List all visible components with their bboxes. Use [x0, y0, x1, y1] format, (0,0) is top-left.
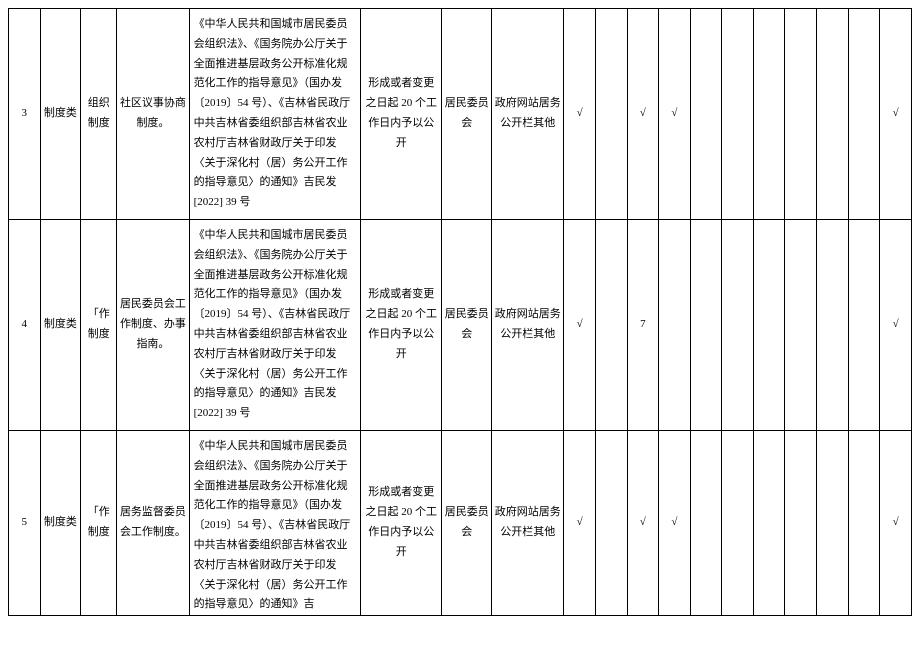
cell-mark: √ — [659, 9, 691, 220]
cell-subject: 居民委员会 — [442, 9, 492, 220]
cell-basis: 《中华人民共和国城市居民委员会组织法》、《国务院办公厅关于全面推进基层政务公开标… — [189, 9, 361, 220]
cell-mark — [722, 219, 754, 430]
cell-mark — [785, 9, 817, 220]
cell-mark — [848, 9, 880, 220]
cell-mark — [785, 219, 817, 430]
cell-mark — [690, 430, 722, 615]
cell-mark — [817, 9, 849, 220]
cell-mark — [595, 9, 627, 220]
cell-basis: 《中华人民共和国城市居民委员会组织法》、《国务院办公厅关于全面推进基层政务公开标… — [189, 219, 361, 430]
cell-mark — [817, 430, 849, 615]
cell-basis: 《中华人民共和国城市居民委员会组织法》、《国务院办公厅关于全面推进基层政务公开标… — [189, 430, 361, 615]
cell-index: 4 — [9, 219, 41, 430]
cell-time: 形成或者变更之日起 20 个工作日内予以公开 — [361, 219, 442, 430]
cell-category1: 制度类 — [40, 9, 81, 220]
cell-mark: √ — [564, 9, 596, 220]
cell-mark — [785, 430, 817, 615]
cell-mark — [595, 219, 627, 430]
cell-mark: √ — [627, 430, 659, 615]
cell-category2: 组织制度 — [81, 9, 117, 220]
cell-content: 社区议事协商制度。 — [117, 9, 189, 220]
cell-content: 居民委员会工作制度、办事指南。 — [117, 219, 189, 430]
cell-subject: 居民委员会 — [442, 430, 492, 615]
cell-mark — [817, 219, 849, 430]
cell-time: 形成或者变更之日起 20 个工作日内予以公开 — [361, 430, 442, 615]
cell-mark: 7 — [627, 219, 659, 430]
cell-category1: 制度类 — [40, 219, 81, 430]
cell-mark — [722, 9, 754, 220]
disclosure-table: 3 制度类 组织制度 社区议事协商制度。 《中华人民共和国城市居民委员会组织法》… — [8, 8, 912, 616]
cell-mark: √ — [880, 9, 912, 220]
cell-category2: 「作制度 — [81, 430, 117, 615]
cell-mark — [848, 430, 880, 615]
table-row: 3 制度类 组织制度 社区议事协商制度。 《中华人民共和国城市居民委员会组织法》… — [9, 9, 912, 220]
table-row: 5 制度类 「作制度 居务监督委员会工作制度。 《中华人民共和国城市居民委员会组… — [9, 430, 912, 615]
cell-mark: √ — [659, 430, 691, 615]
cell-mark — [753, 9, 785, 220]
cell-mark — [848, 219, 880, 430]
cell-mark — [753, 430, 785, 615]
cell-mark — [753, 219, 785, 430]
cell-content: 居务监督委员会工作制度。 — [117, 430, 189, 615]
cell-mark: √ — [880, 219, 912, 430]
cell-index: 3 — [9, 9, 41, 220]
cell-channel: 政府网站居务公开栏其他 — [492, 9, 564, 220]
cell-time: 形成或者变更之日起 20 个工作日内予以公开 — [361, 9, 442, 220]
cell-category1: 制度类 — [40, 430, 81, 615]
cell-channel: 政府网站居务公开栏其他 — [492, 430, 564, 615]
table-row: 4 制度类 「作制度 居民委员会工作制度、办事指南。 《中华人民共和国城市居民委… — [9, 219, 912, 430]
cell-mark — [690, 9, 722, 220]
cell-mark: √ — [564, 430, 596, 615]
cell-mark — [722, 430, 754, 615]
cell-category2: 「作制度 — [81, 219, 117, 430]
cell-mark: √ — [880, 430, 912, 615]
cell-mark — [690, 219, 722, 430]
cell-index: 5 — [9, 430, 41, 615]
cell-mark — [659, 219, 691, 430]
cell-mark: √ — [564, 219, 596, 430]
cell-mark: √ — [627, 9, 659, 220]
cell-subject: 居民委员会 — [442, 219, 492, 430]
cell-channel: 政府网站居务公开栏其他 — [492, 219, 564, 430]
cell-mark — [595, 430, 627, 615]
